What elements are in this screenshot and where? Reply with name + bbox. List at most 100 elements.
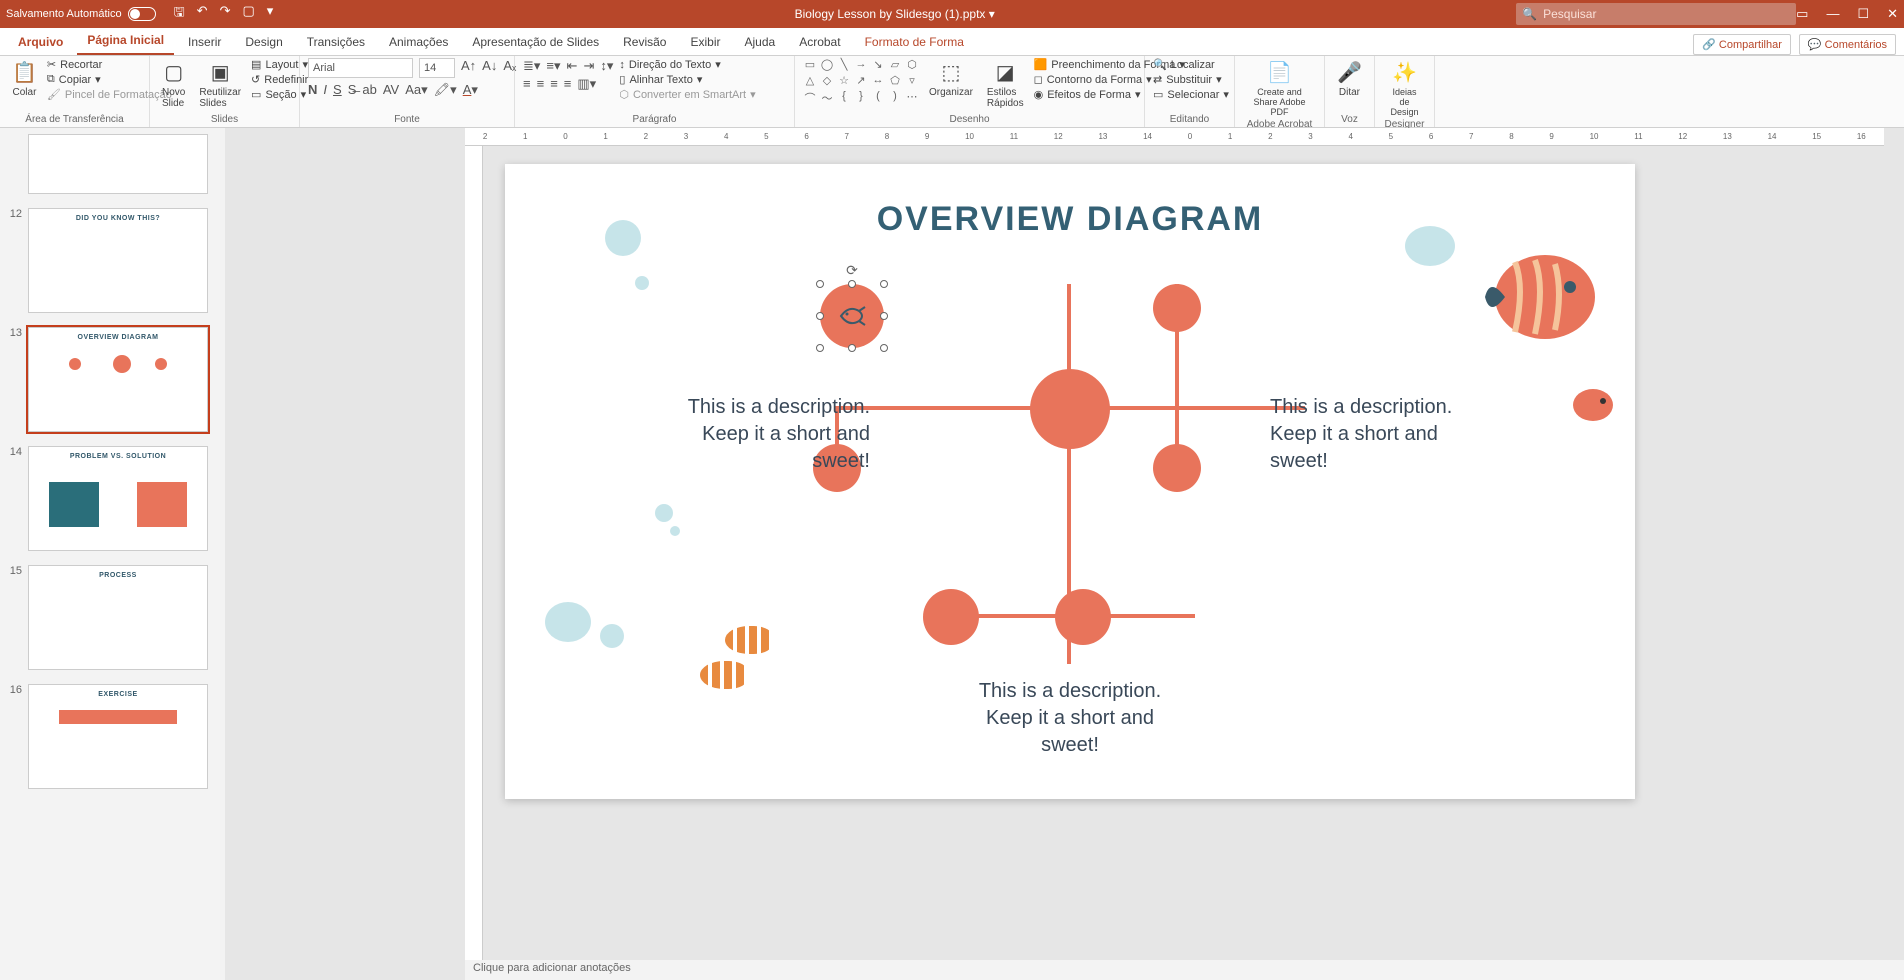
replace-button[interactable]: ⇄ Substituir ▾ (1153, 73, 1229, 86)
notes-placeholder[interactable]: Clique para adicionar anotações (465, 960, 1904, 980)
bold-button[interactable]: N (308, 82, 317, 98)
create-pdf-button[interactable]: 📄Create and Share Adobe PDF (1243, 58, 1316, 119)
slide-thumb-15[interactable]: PROCESS (28, 565, 208, 670)
tab-view[interactable]: Exibir (680, 31, 730, 55)
slide-thumb-11[interactable] (28, 134, 208, 194)
shadow-button[interactable]: ab (362, 82, 376, 98)
font-color-button[interactable]: A▾ (463, 82, 478, 98)
minimize-icon[interactable]: — (1826, 6, 1839, 22)
tab-slideshow[interactable]: Apresentação de Slides (462, 31, 609, 55)
outdent-icon[interactable]: ⇤ (567, 58, 578, 74)
tab-shape-format[interactable]: Formato de Forma (855, 31, 974, 55)
columns-icon[interactable]: ▥▾ (577, 76, 596, 92)
spacing-button[interactable]: AV (383, 82, 399, 98)
strike-button[interactable]: S̶ (348, 82, 357, 98)
description-left[interactable]: This is a description.Keep it a short an… (605, 394, 870, 475)
resize-handle[interactable] (816, 280, 824, 288)
slide-thumb-13[interactable]: OVERVIEW DIAGRAM (28, 327, 208, 432)
autosave-toggle[interactable]: Salvamento Automático (6, 7, 156, 21)
resize-handle[interactable] (816, 344, 824, 352)
indent-icon[interactable]: ⇥ (583, 58, 594, 74)
close-icon[interactable]: ✕ (1887, 6, 1898, 22)
bullets-icon[interactable]: ≣▾ (523, 58, 540, 74)
shapes-gallery[interactable]: ▭◯╲→↘▱⬡ △◇☆↗↔⬠▿ ⌒～{}()⋯ (803, 58, 919, 106)
redo-icon[interactable]: ↷ (220, 3, 231, 25)
dictate-button[interactable]: 🎤Ditar (1333, 58, 1366, 100)
tab-home[interactable]: Página Inicial (77, 29, 174, 55)
align-left-icon[interactable]: ≡ (523, 76, 531, 92)
clownfish-illustration (725, 626, 773, 654)
tab-animations[interactable]: Animações (379, 31, 458, 55)
tab-design[interactable]: Design (235, 31, 292, 55)
tab-insert[interactable]: Inserir (178, 31, 231, 55)
bubble-decoration (635, 276, 649, 290)
justify-icon[interactable]: ≡ (564, 76, 572, 92)
slide-thumb-14[interactable]: PROBLEM VS. SOLUTION (28, 446, 208, 551)
description-right[interactable]: This is a description.Keep it a short an… (1270, 394, 1535, 475)
align-text-button[interactable]: ▯ Alinhar Texto ▾ (619, 73, 755, 86)
font-name-combo[interactable]: Arial (308, 58, 413, 78)
rotate-handle-icon[interactable]: ⟳ (846, 262, 858, 279)
maximize-icon[interactable]: ☐ (1857, 6, 1869, 22)
diagram-node-center[interactable] (1030, 369, 1110, 449)
align-center-icon[interactable]: ≡ (537, 76, 545, 92)
workspace: 12DID YOU KNOW THIS? 13OVERVIEW DIAGRAM … (0, 128, 1904, 980)
decrease-font-icon[interactable]: A↓ (482, 58, 497, 78)
design-ideas-button[interactable]: ✨Ideias de Design (1383, 58, 1426, 119)
fish-illustration (1485, 242, 1625, 352)
slide-canvas[interactable]: OVERVIEW DIAGRAM (505, 164, 1635, 799)
paste-button[interactable]: 📋Colar (8, 58, 41, 100)
dropdown-icon[interactable]: ▾ (989, 7, 995, 21)
description-bottom[interactable]: This is a description.Keep it a short an… (505, 678, 1635, 759)
resize-handle[interactable] (880, 280, 888, 288)
increase-font-icon[interactable]: A↑ (461, 58, 476, 78)
align-right-icon[interactable]: ≡ (550, 76, 558, 92)
ribbon-display-icon[interactable]: ▭ (1796, 6, 1808, 22)
undo-icon[interactable]: ↶ (197, 3, 208, 25)
quick-styles-button[interactable]: ◪Estilos Rápidos (983, 58, 1028, 111)
tab-help[interactable]: Ajuda (735, 31, 786, 55)
save-icon[interactable]: 🖫 (174, 3, 185, 25)
slideshow-icon[interactable]: ▢ (242, 3, 254, 25)
slide-number: 16 (8, 684, 22, 696)
arrange-button[interactable]: ⬚Organizar (925, 58, 977, 100)
diagram-node[interactable] (1153, 284, 1201, 332)
underline-button[interactable]: S (333, 82, 342, 98)
case-button[interactable]: Aa▾ (405, 82, 427, 98)
slide-title[interactable]: OVERVIEW DIAGRAM (505, 200, 1635, 239)
toggle-off-icon[interactable] (128, 7, 156, 21)
resize-handle[interactable] (848, 280, 856, 288)
selected-shape-fish-icon[interactable]: ⟳ (820, 284, 884, 348)
paste-icon: 📋 (12, 60, 37, 85)
tab-file[interactable]: Arquivo (8, 31, 73, 55)
group-drawing: ▭◯╲→↘▱⬡ △◇☆↗↔⬠▿ ⌒～{}()⋯ ⬚Organizar ◪Esti… (795, 56, 1145, 127)
select-button[interactable]: ▭ Selecionar ▾ (1153, 88, 1229, 101)
resize-handle[interactable] (880, 344, 888, 352)
diagram-node[interactable] (1055, 589, 1111, 645)
resize-handle[interactable] (816, 312, 824, 320)
diagram-node[interactable] (923, 589, 979, 645)
line-spacing-icon[interactable]: ↕▾ (600, 58, 613, 74)
tab-review[interactable]: Revisão (613, 31, 676, 55)
slide-thumbnails-panel[interactable]: 12DID YOU KNOW THIS? 13OVERVIEW DIAGRAM … (0, 128, 225, 980)
italic-button[interactable]: I (323, 82, 327, 98)
tab-transitions[interactable]: Transições (297, 31, 375, 55)
slide-editor[interactable]: 2101234567891011121314012345678910111213… (225, 128, 1904, 980)
new-slide-button[interactable]: ▢Novo Slide (158, 58, 189, 111)
highlight-button[interactable]: 🖍▾ (434, 82, 457, 98)
comments-button[interactable]: 💬 Comentários (1799, 34, 1896, 55)
reuse-slides-button[interactable]: ▣Reutilizar Slides (195, 58, 245, 111)
resize-handle[interactable] (848, 344, 856, 352)
text-direction-button[interactable]: ↕ Direção do Texto ▾ (619, 58, 755, 71)
convert-smartart-button[interactable]: ⬡ Converter em SmartArt ▾ (619, 88, 755, 101)
find-button[interactable]: 🔍 Localizar (1153, 58, 1229, 71)
resize-handle[interactable] (880, 312, 888, 320)
tab-acrobat[interactable]: Acrobat (789, 31, 850, 55)
slide-thumb-12[interactable]: DID YOU KNOW THIS? (28, 208, 208, 313)
numbering-icon[interactable]: ≡▾ (546, 58, 560, 74)
slide-thumb-16[interactable]: EXERCISE (28, 684, 208, 789)
diagram-node[interactable] (1153, 444, 1201, 492)
font-size-combo[interactable]: 14 (419, 58, 455, 78)
share-button[interactable]: 🔗 Compartilhar (1693, 34, 1791, 55)
search-box[interactable]: 🔍 Pesquisar (1516, 3, 1796, 25)
